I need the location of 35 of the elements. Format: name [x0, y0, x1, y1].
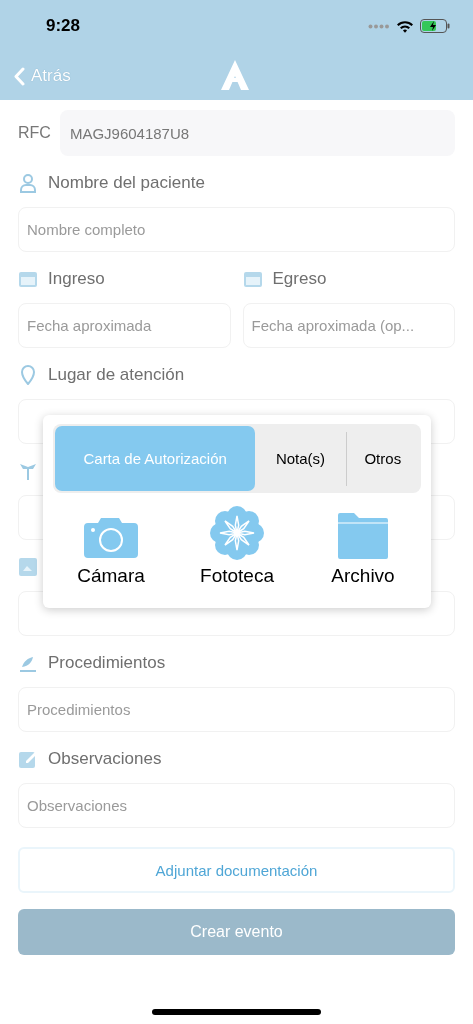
- field-label: Egreso: [272, 269, 327, 289]
- calendar-icon: [18, 269, 38, 289]
- rfc-label: RFC: [18, 124, 51, 142]
- status-time: 9:28: [46, 16, 81, 36]
- field-label: Procedimientos: [48, 653, 166, 673]
- segment-tab[interactable]: Nota(s): [255, 426, 346, 491]
- location-pin-icon: [18, 365, 38, 385]
- create-button[interactable]: Crear evento: [18, 909, 455, 955]
- image-icon: [18, 557, 38, 577]
- folder-icon: [336, 511, 390, 561]
- attach-button[interactable]: Adjuntar documentación: [18, 847, 455, 893]
- rfc-field[interactable]: MAGJ9604187U8: [59, 110, 455, 156]
- back-chevron-icon: [14, 66, 25, 86]
- signal-icon: [368, 23, 390, 29]
- input-field[interactable]: Fecha aproximada (op...: [242, 303, 455, 348]
- input-field[interactable]: Fecha aproximada: [18, 303, 231, 348]
- input-field[interactable]: Observaciones: [18, 783, 455, 828]
- battery-icon: [420, 19, 450, 33]
- field-label: Observaciones: [48, 749, 162, 769]
- person-icon: [18, 173, 38, 193]
- calendar-icon: [242, 269, 263, 289]
- field-label: Lugar de atención: [48, 365, 185, 385]
- source-option[interactable]: Fototeca: [187, 503, 287, 587]
- segment-tab[interactable]: Otros: [346, 426, 419, 491]
- flower-icon: [209, 505, 265, 561]
- wifi-icon: [396, 19, 414, 33]
- field-label: Nombre del paciente: [48, 173, 205, 193]
- source-option[interactable]: Cámara: [61, 503, 161, 587]
- segment-tab[interactable]: Carta de Autorización: [55, 426, 256, 491]
- edit-icon: [18, 749, 38, 769]
- field-label: Ingreso: [48, 269, 105, 289]
- input-field[interactable]: Procedimientos: [18, 687, 455, 732]
- source-option[interactable]: Archivo: [313, 503, 413, 587]
- input-field[interactable]: Nombre completo: [18, 207, 455, 252]
- back-button[interactable]: Atrás: [14, 66, 71, 86]
